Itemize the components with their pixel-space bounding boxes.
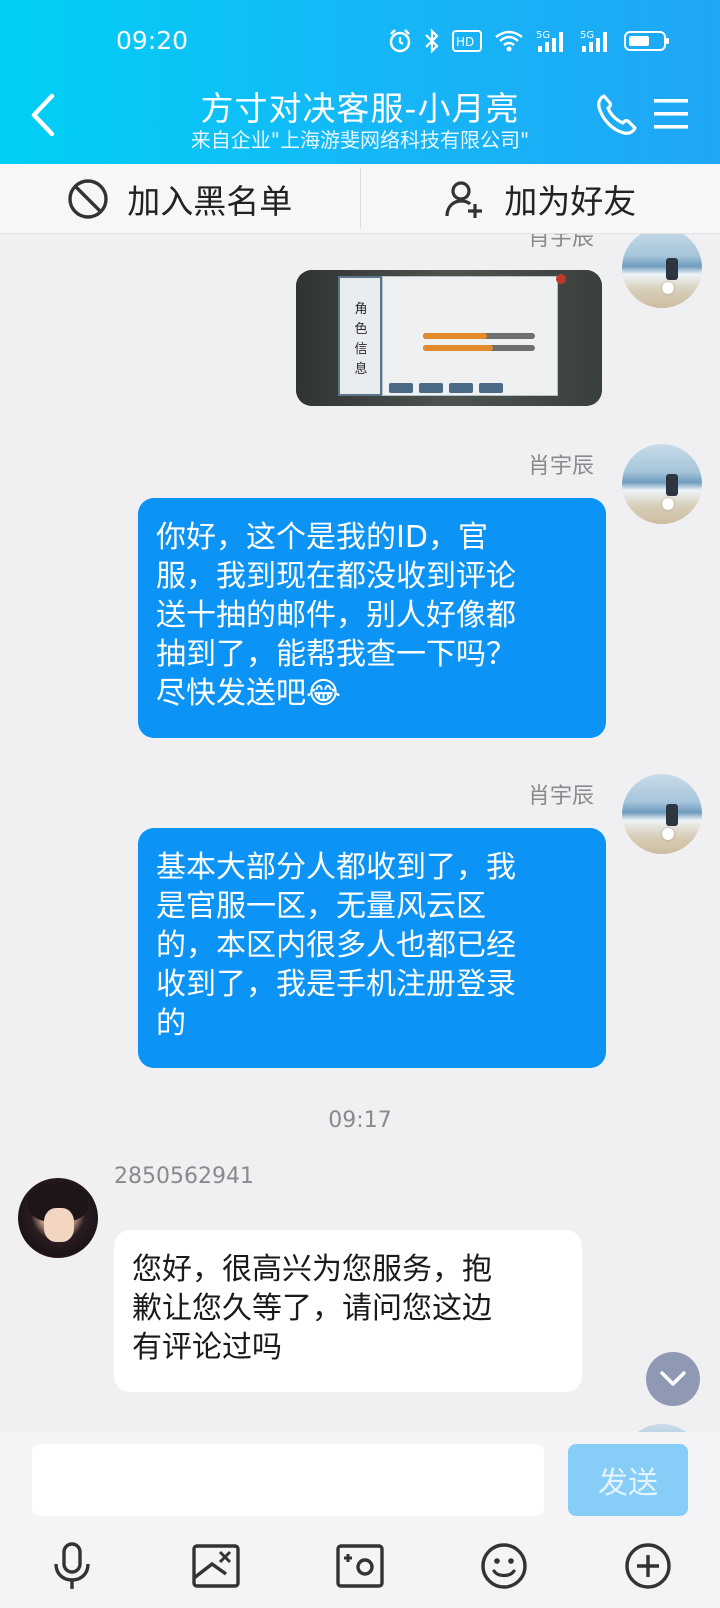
message-bubble-received[interactable]: 您好，很高兴为您服务，抱 歉让您久等了，请问您这边 有评论过吗 bbox=[114, 1230, 582, 1392]
block-icon bbox=[68, 178, 108, 219]
svg-text:5G: 5G bbox=[536, 30, 550, 41]
sender-name: 肖宇辰 bbox=[528, 784, 595, 809]
status-icons: HD 5G 5G bbox=[388, 26, 670, 56]
message-bubble-sent[interactable]: 基本大部分人都收到了，我 是官服一区，无量风云区 的，本区内很多人也都已经 收到… bbox=[138, 828, 606, 1068]
battery-icon bbox=[624, 31, 669, 51]
message-bubble-sent[interactable]: 你好，这个是我的ID，官 服，我到现在都没收到评论 送十抽的邮件，别人好像都 抽… bbox=[138, 498, 606, 738]
5g-signal-icon: 5G bbox=[536, 30, 563, 52]
input-toolbar bbox=[0, 1532, 720, 1602]
microphone-icon[interactable] bbox=[46, 1540, 98, 1592]
action-bar: 加入黑名单 加为好友 bbox=[0, 164, 720, 234]
emoji-icon[interactable] bbox=[478, 1540, 530, 1592]
send-button[interactable]: 发送 bbox=[568, 1444, 688, 1516]
image-message[interactable]: 角色信息 bbox=[296, 270, 602, 406]
status-time: 09:20 bbox=[116, 26, 189, 55]
chat-header: 09:20 HD 5G 5G 方寸对决客服-小月亮 来自企业"上海游斐网络科技有… bbox=[0, 0, 720, 164]
game-settings-panel bbox=[382, 276, 558, 396]
input-bar: 发送 bbox=[0, 1432, 720, 1608]
phone-icon[interactable] bbox=[594, 92, 638, 138]
add-friend-button[interactable]: 加为好友 bbox=[361, 164, 720, 233]
hd-icon: HD bbox=[452, 30, 482, 52]
add-user-icon bbox=[445, 180, 483, 218]
bluetooth-icon bbox=[425, 28, 439, 54]
wifi-icon bbox=[495, 30, 523, 52]
sender-name: 2850562941 bbox=[114, 1164, 254, 1189]
message-timestamp: 09:17 bbox=[328, 1108, 392, 1133]
svg-text:HD: HD bbox=[456, 35, 474, 49]
5g-signal-icon: 5G bbox=[580, 30, 607, 52]
chevron-down-icon bbox=[660, 1371, 686, 1386]
message-input[interactable] bbox=[32, 1444, 544, 1516]
svg-text:5G: 5G bbox=[580, 30, 594, 41]
scroll-to-bottom-button[interactable] bbox=[646, 1352, 700, 1406]
alarm-icon bbox=[389, 29, 411, 53]
game-scroll-banner: 角色信息 bbox=[338, 276, 382, 396]
user-avatar[interactable] bbox=[622, 1424, 702, 1432]
user-avatar[interactable] bbox=[622, 444, 702, 524]
camera-icon[interactable] bbox=[334, 1540, 386, 1592]
menu-icon[interactable] bbox=[652, 96, 692, 132]
sender-name: 肖宇辰 bbox=[528, 454, 595, 479]
chat-messages[interactable]: 肖宇辰 角色信息 肖宇辰 你好，这个是我的ID，官 服，我到现在都没收到评论 送… bbox=[0, 234, 720, 1432]
user-avatar[interactable] bbox=[622, 234, 702, 308]
plus-icon[interactable] bbox=[622, 1540, 674, 1592]
agent-avatar[interactable] bbox=[18, 1178, 98, 1258]
user-avatar[interactable] bbox=[622, 774, 702, 854]
add-to-blacklist-button[interactable]: 加入黑名单 bbox=[0, 164, 360, 233]
blacklist-label: 加入黑名单 bbox=[127, 181, 293, 221]
image-caption: 角色信息 bbox=[354, 302, 368, 377]
sender-name: 肖宇辰 bbox=[528, 234, 595, 251]
image-icon[interactable] bbox=[190, 1540, 242, 1592]
add-friend-label: 加为好友 bbox=[504, 181, 637, 221]
